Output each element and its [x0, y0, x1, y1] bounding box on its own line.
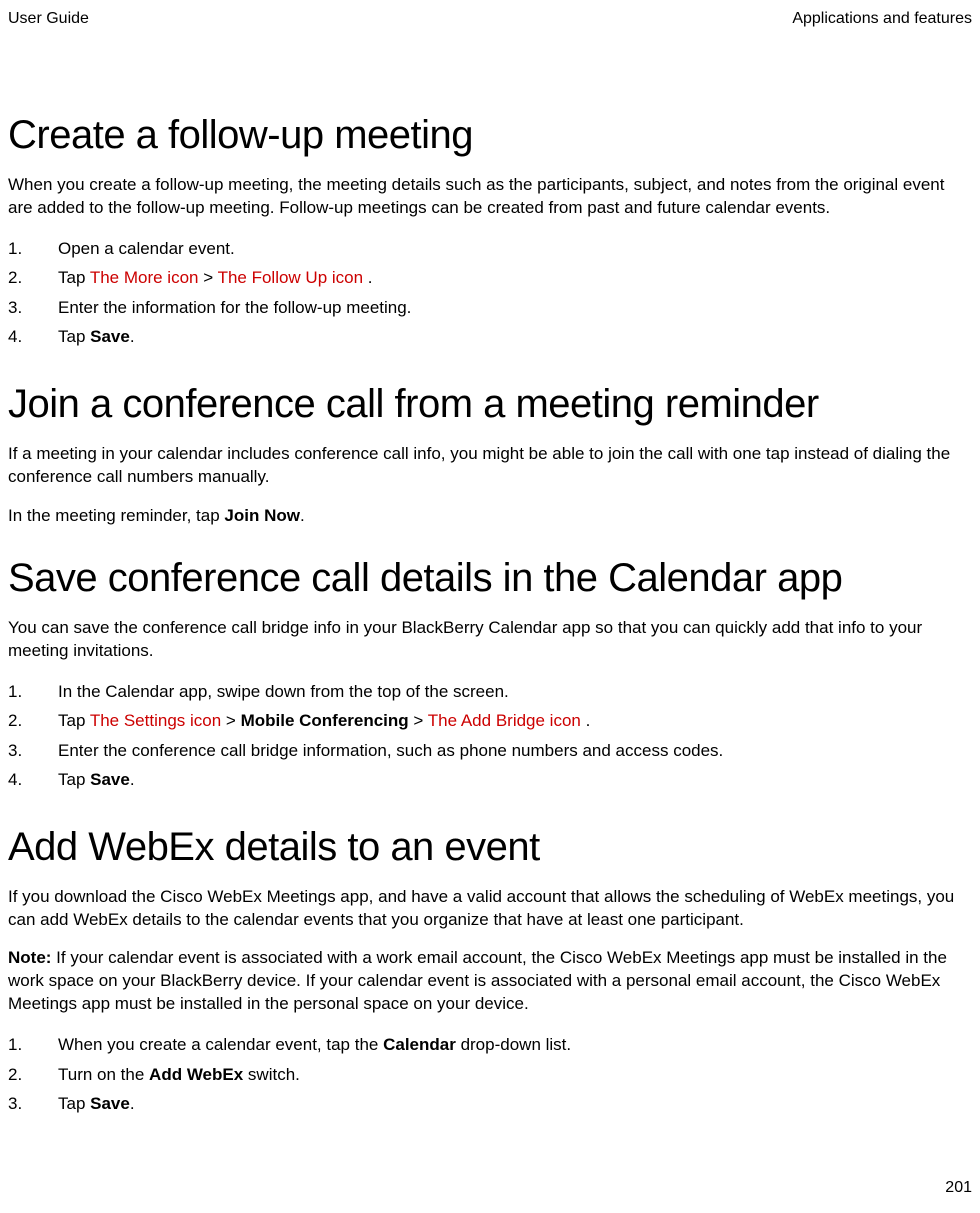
step-item: Enter the conference call bridge informa…: [8, 738, 972, 764]
step-item: Tap Save.: [8, 324, 972, 350]
steps-list: When you create a calendar event, tap th…: [8, 1032, 972, 1117]
step-text: switch.: [243, 1065, 300, 1084]
page-number: 201: [945, 1179, 972, 1197]
section-intro: When you create a follow-up meeting, the…: [8, 174, 972, 220]
step-text: .: [368, 268, 373, 287]
step-item: Tap The Settings icon > Mobile Conferenc…: [8, 708, 972, 734]
step-text: .: [586, 711, 591, 730]
steps-list: In the Calendar app, swipe down from the…: [8, 679, 972, 793]
step-text: Tap: [58, 327, 90, 346]
step-item: Tap The More icon > The Follow Up icon .: [8, 265, 972, 291]
followup-icon: The Follow Up icon: [218, 268, 368, 287]
body-text: In the meeting reminder, tap: [8, 506, 224, 525]
more-icon: The More icon: [90, 268, 203, 287]
step-text: drop-down list.: [456, 1035, 571, 1054]
step-text: >: [226, 711, 241, 730]
step-item: Tap Save.: [8, 1091, 972, 1117]
step-item: Turn on the Add WebEx switch.: [8, 1062, 972, 1088]
step-item: Enter the information for the follow-up …: [8, 295, 972, 321]
step-text: Tap: [58, 268, 90, 287]
step-text: .: [130, 1094, 135, 1113]
step-text: .: [130, 327, 135, 346]
step-item: Tap Save.: [8, 767, 972, 793]
page-header: User Guide Applications and features: [8, 10, 972, 28]
body-text: .: [300, 506, 305, 525]
step-item: In the Calendar app, swipe down from the…: [8, 679, 972, 705]
section-join-conference: Join a conference call from a meeting re…: [8, 382, 972, 528]
step-text: When you create a calendar event, tap th…: [58, 1035, 383, 1054]
add-webex-label: Add WebEx: [149, 1065, 243, 1084]
note-label: Note:: [8, 948, 51, 967]
join-now-label: Join Now: [224, 506, 300, 525]
section-intro: If you download the Cisco WebEx Meetings…: [8, 886, 972, 932]
section-add-webex: Add WebEx details to an event If you dow…: [8, 825, 972, 1117]
step-text: Tap: [58, 711, 90, 730]
add-bridge-icon: The Add Bridge icon: [428, 711, 586, 730]
section-title: Add WebEx details to an event: [8, 825, 972, 870]
section-save-conference: Save conference call details in the Cale…: [8, 556, 972, 793]
step-item: When you create a calendar event, tap th…: [8, 1032, 972, 1058]
step-text: Turn on the: [58, 1065, 149, 1084]
steps-list: Open a calendar event. Tap The More icon…: [8, 236, 972, 350]
header-left: User Guide: [8, 10, 89, 28]
section-intro: You can save the conference call bridge …: [8, 617, 972, 663]
note-body: If your calendar event is associated wit…: [8, 948, 947, 1013]
header-right: Applications and features: [792, 10, 972, 28]
step-item: Open a calendar event.: [8, 236, 972, 262]
section-body: In the meeting reminder, tap Join Now.: [8, 505, 972, 528]
step-text: Tap: [58, 1094, 90, 1113]
step-text: >: [203, 268, 217, 287]
step-text: >: [409, 711, 428, 730]
section-title: Join a conference call from a meeting re…: [8, 382, 972, 427]
section-title: Create a follow-up meeting: [8, 113, 972, 158]
mobile-conferencing-label: Mobile Conferencing: [241, 711, 409, 730]
save-label: Save: [90, 327, 130, 346]
section-intro: If a meeting in your calendar includes c…: [8, 443, 972, 489]
section-title: Save conference call details in the Cale…: [8, 556, 972, 601]
save-label: Save: [90, 1094, 130, 1113]
section-create-followup: Create a follow-up meeting When you crea…: [8, 113, 972, 350]
section-note: Note: If your calendar event is associat…: [8, 947, 972, 1016]
step-text: Tap: [58, 770, 90, 789]
save-label: Save: [90, 770, 130, 789]
settings-icon: The Settings icon: [90, 711, 226, 730]
step-text: .: [130, 770, 135, 789]
calendar-label: Calendar: [383, 1035, 456, 1054]
